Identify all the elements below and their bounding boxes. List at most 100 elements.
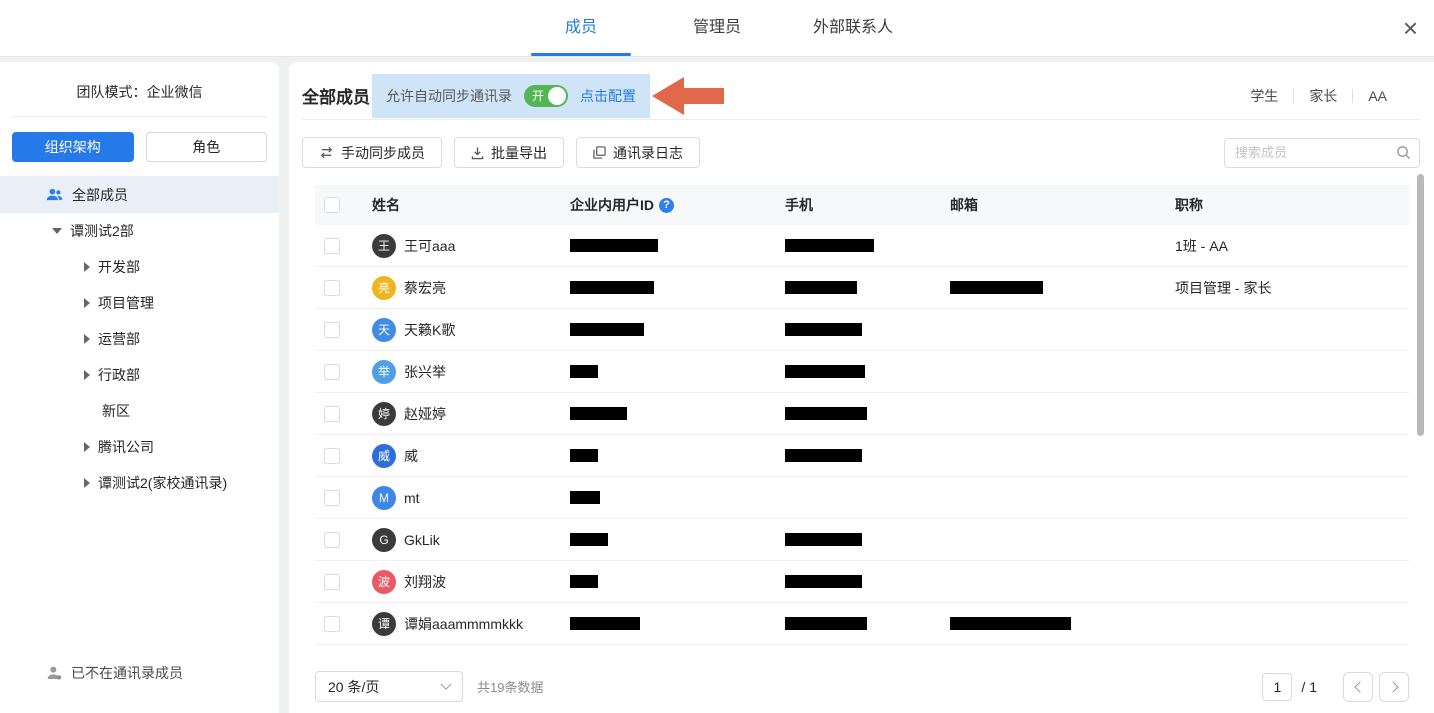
column-label: 企业内用户ID	[570, 195, 654, 215]
row-checkbox[interactable]	[324, 490, 340, 506]
select-all-checkbox[interactable]	[324, 197, 340, 213]
department-label: 行政部	[98, 365, 140, 385]
row-checkbox[interactable]	[324, 322, 340, 338]
sidebar-item-department[interactable]: 新区	[0, 393, 279, 429]
department-label: 运营部	[98, 329, 140, 349]
table-row[interactable]: 天天籁K歌	[315, 309, 1409, 351]
divider	[12, 116, 267, 117]
list-footer: 20 条/页 共19条数据 / 1	[315, 671, 1409, 702]
caret-collapsed-icon[interactable]	[84, 334, 90, 344]
filter-parent[interactable]: 家长	[1309, 86, 1337, 106]
table-row[interactable]: 威威	[315, 435, 1409, 477]
avatar: G	[372, 528, 396, 552]
member-name: 王可aaa	[404, 236, 455, 256]
page-number-input[interactable]	[1262, 673, 1292, 701]
member-title: 1班 - AA	[1175, 236, 1409, 256]
table-row[interactable]: Mmt	[315, 477, 1409, 519]
page-title: 全部成员	[302, 83, 370, 108]
table-row[interactable]: 婷赵娅婷	[315, 393, 1409, 435]
sidebar-item-department[interactable]: 谭测试2(家校通讯录)	[0, 465, 279, 501]
caret-expanded-icon[interactable]	[52, 228, 62, 234]
sidebar-item-department[interactable]: 腾讯公司	[0, 429, 279, 465]
sidebar-item-department[interactable]: 开发部	[0, 249, 279, 285]
sidebar-item-all-members[interactable]: 全部成员	[0, 176, 279, 213]
tab-admins[interactable]: 管理员	[649, 0, 785, 56]
caret-collapsed-icon[interactable]	[84, 370, 90, 380]
avatar: 婷	[372, 402, 396, 426]
annotation-arrow-icon	[652, 77, 724, 115]
row-checkbox[interactable]	[324, 448, 340, 464]
avatar: 亮	[372, 276, 396, 300]
row-checkbox[interactable]	[324, 406, 340, 422]
redacted-phone	[785, 575, 862, 588]
contact-log-button[interactable]: 通讯录日志	[576, 137, 700, 168]
row-checkbox[interactable]	[324, 238, 340, 254]
total-count-label: 共19条数据	[477, 677, 543, 696]
avatar: 举	[372, 360, 396, 384]
row-checkbox[interactable]	[324, 616, 340, 632]
sidebar-item-department[interactable]: 谭测试2部	[0, 213, 279, 249]
page-size-select[interactable]: 20 条/页	[315, 671, 463, 702]
table-row[interactable]: 王王可aaa1班 - AA	[315, 225, 1409, 267]
avatar: 天	[372, 318, 396, 342]
department-label: 谭测试2部	[70, 221, 134, 241]
row-checkbox[interactable]	[324, 532, 340, 548]
column-email: 邮箱	[950, 195, 1175, 215]
row-checkbox[interactable]	[324, 574, 340, 590]
table-row[interactable]: 亮蔡宏亮项目管理 - 家长	[315, 267, 1409, 309]
row-checkbox[interactable]	[324, 280, 340, 296]
tab-members[interactable]: 成员	[513, 0, 649, 56]
divider	[1293, 89, 1294, 103]
column-title: 职称	[1175, 195, 1409, 215]
auto-sync-banner: 允许自动同步通讯录 开 点击配置	[372, 74, 650, 118]
redacted-user-id	[570, 617, 640, 630]
caret-collapsed-icon[interactable]	[84, 478, 90, 488]
row-checkbox[interactable]	[324, 364, 340, 380]
avatar: 谭	[372, 612, 396, 636]
prev-page-button[interactable]	[1343, 672, 1373, 702]
sidebar-item-former-members[interactable]: 已不在通讯录成员	[0, 663, 279, 713]
column-user-id: 企业内用户ID ?	[570, 195, 785, 215]
redacted-user-id	[570, 407, 627, 420]
manual-sync-button[interactable]: 手动同步成员	[302, 137, 442, 168]
members-panel: 全部成员 允许自动同步通讯录 开 点击配置 学生 家长 AA	[289, 62, 1434, 713]
search-icon	[1396, 145, 1411, 160]
caret-collapsed-icon[interactable]	[84, 442, 90, 452]
search-input[interactable]	[1224, 138, 1420, 168]
batch-export-button[interactable]: 批量导出	[454, 137, 564, 168]
sidebar-item-department[interactable]: 运营部	[0, 321, 279, 357]
caret-collapsed-icon[interactable]	[84, 262, 90, 272]
sidebar-item-department[interactable]: 项目管理	[0, 285, 279, 321]
member-name: mt	[404, 490, 420, 506]
filter-student[interactable]: 学生	[1250, 86, 1278, 106]
help-icon[interactable]: ?	[659, 198, 674, 213]
scrollbar-thumb[interactable]	[1417, 174, 1424, 436]
sidebar-item-department[interactable]: 行政部	[0, 357, 279, 393]
redacted-phone	[785, 533, 862, 546]
people-icon	[46, 186, 63, 203]
table-row[interactable]: 谭谭娟aaammmmkkk	[315, 603, 1409, 645]
table-row[interactable]: GGkLik	[315, 519, 1409, 561]
member-name: 蔡宏亮	[404, 278, 446, 298]
config-link[interactable]: 点击配置	[580, 86, 636, 106]
sidebar-mode-switch: 组织架构 角色	[12, 132, 267, 162]
redacted-phone	[785, 239, 874, 252]
role-button[interactable]: 角色	[146, 132, 268, 162]
table-row[interactable]: 举张兴举	[315, 351, 1409, 393]
org-structure-button[interactable]: 组织架构	[12, 132, 134, 162]
filter-aa[interactable]: AA	[1368, 88, 1387, 104]
close-icon[interactable]: ×	[1403, 0, 1418, 56]
tab-external-contacts[interactable]: 外部联系人	[785, 0, 921, 56]
member-search	[1224, 138, 1420, 168]
department-label: 开发部	[98, 257, 140, 277]
org-tree: 全部成员 谭测试2部开发部项目管理运营部行政部新区腾讯公司谭测试2(家校通讯录)	[0, 176, 279, 501]
caret-collapsed-icon[interactable]	[84, 298, 90, 308]
redacted-user-id	[570, 575, 598, 588]
redacted-phone	[785, 617, 867, 630]
redacted-phone	[785, 407, 867, 420]
table-row[interactable]: 波刘翔波	[315, 561, 1409, 603]
auto-sync-toggle[interactable]: 开	[524, 85, 568, 107]
sidebar-item-label: 全部成员	[72, 185, 128, 205]
next-page-button[interactable]	[1379, 672, 1409, 702]
department-list: 谭测试2部开发部项目管理运营部行政部新区腾讯公司谭测试2(家校通讯录)	[0, 213, 279, 501]
